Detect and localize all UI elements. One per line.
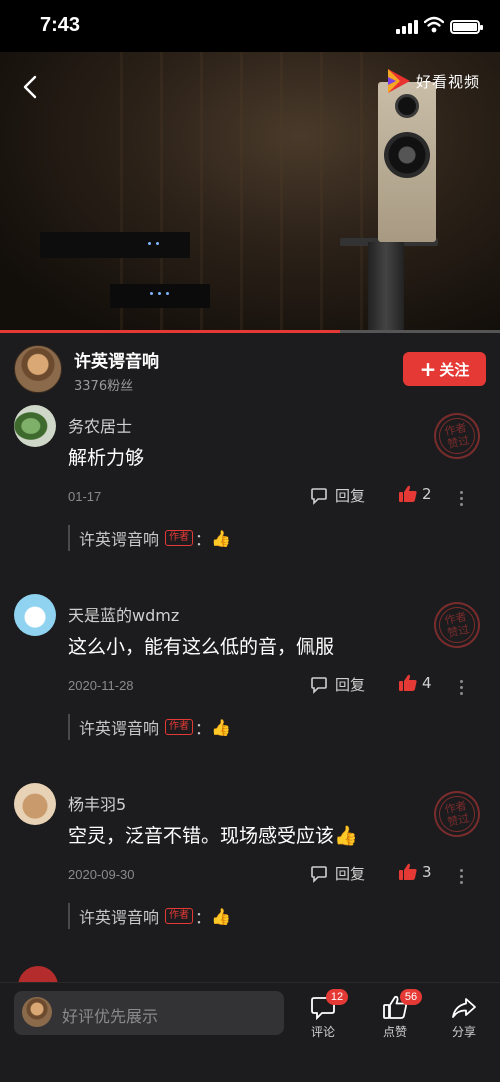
author-bar: 许英谔音响 3376粉丝 + 关注: [0, 333, 500, 405]
share-action-button[interactable]: 分享: [439, 989, 489, 1045]
author-reply-name: 许英谔音响: [79, 719, 160, 738]
commenter-name[interactable]: 天是蓝的wdmz: [68, 602, 179, 626]
user-avatar: [22, 997, 52, 1027]
share-arrow-icon: [452, 998, 476, 1018]
author-reply-separator: ：: [195, 719, 212, 738]
like-action-button[interactable]: 56 点赞: [370, 989, 422, 1045]
author-fans-count: 3376粉丝: [74, 379, 134, 394]
reply-button[interactable]: 回复: [310, 863, 365, 884]
like-count: 3: [422, 863, 432, 881]
plus-icon: +: [419, 357, 437, 381]
reply-bubble-icon: [311, 865, 327, 883]
speaker-stand-image: [368, 242, 404, 332]
follow-button[interactable]: + 关注: [403, 352, 486, 386]
author-reply[interactable]: 许英谔音响 作者 ： 👍: [68, 903, 231, 929]
commenter-name[interactable]: 务农居士: [68, 413, 132, 437]
comment-action-button[interactable]: 12 评论: [298, 989, 348, 1045]
author-reply-name: 许英谔音响: [79, 530, 160, 549]
comment-date: 2020-11-28: [68, 678, 134, 693]
comment-text: 空灵，泛音不错。现场感受应该👍: [68, 825, 358, 847]
comment-action-label: 评论: [310, 1025, 335, 1039]
signal-icon: [396, 20, 418, 34]
author-liked-stamp-icon: 作者 赞过: [429, 597, 485, 653]
like-count-badge: 56: [400, 989, 422, 1005]
bottom-bar: 好评优先展示 12 评论 56 点赞 分享: [0, 982, 500, 1082]
author-tag-badge: 作者: [165, 719, 194, 735]
author-reply-content: 👍: [211, 528, 231, 548]
comment-date: 2020-09-30: [68, 867, 135, 882]
more-options-icon[interactable]: [460, 680, 464, 698]
comment-text: 这么小，能有这么低的音，佩服: [68, 636, 335, 658]
reply-button[interactable]: 回复: [310, 674, 365, 695]
commenter-avatar[interactable]: [14, 594, 56, 636]
comment-text: 解析力够: [68, 447, 145, 469]
wifi-icon: [424, 16, 444, 33]
commenter-name[interactable]: 杨丰羽5: [68, 791, 126, 815]
comment-item: 天是蓝的wdmz 这么小，能有这么低的音，佩服 2020-11-28 回复 4 …: [0, 594, 500, 784]
author-liked-stamp-icon: 作者 赞过: [429, 786, 485, 842]
more-options-icon[interactable]: [460, 869, 464, 887]
author-reply-separator: ：: [195, 908, 212, 927]
haokan-logo: 好看视频: [384, 64, 494, 98]
play-logo-icon: [388, 69, 410, 93]
author-reply-separator: ：: [195, 530, 212, 549]
comment-input[interactable]: 好评优先展示: [14, 991, 284, 1035]
amplifier-image: [40, 232, 190, 258]
author-avatar[interactable]: [14, 345, 62, 393]
author-reply-name: 许英谔音响: [79, 908, 160, 927]
thumbs-up-icon: [399, 674, 417, 691]
like-button[interactable]: 3: [398, 863, 432, 881]
author-reply[interactable]: 许英谔音响 作者 ： 👍: [68, 714, 231, 740]
like-button[interactable]: 4: [398, 674, 432, 692]
like-count: 2: [422, 485, 432, 503]
reply-label: 回复: [335, 487, 366, 505]
author-reply-content: 👍: [211, 717, 231, 737]
video-player[interactable]: 好看视频: [0, 52, 500, 332]
thumbs-up-icon: [399, 863, 417, 880]
speaker-image: [378, 82, 436, 242]
author-reply-content: 👍: [211, 906, 231, 926]
like-count: 4: [422, 674, 432, 692]
status-bar: 7:43: [0, 0, 500, 52]
comment-input-placeholder: 好评优先展示: [62, 1007, 159, 1026]
comment-item: 杨丰羽5 空灵，泛音不错。现场感受应该👍 2020-09-30 回复 3 作者 …: [0, 783, 500, 973]
commenter-avatar[interactable]: [14, 783, 56, 825]
author-liked-stamp-icon: 作者 赞过: [429, 408, 485, 464]
reply-button[interactable]: 回复: [310, 485, 365, 506]
like-button[interactable]: 2: [398, 485, 432, 503]
reply-bubble-icon: [311, 676, 327, 694]
author-reply[interactable]: 许英谔音响 作者 ： 👍: [68, 525, 231, 551]
reply-label: 回复: [335, 865, 366, 883]
battery-icon: [450, 20, 483, 34]
thumbs-up-icon: [399, 485, 417, 502]
like-action-label: 点赞: [382, 1025, 407, 1039]
follow-label: 关注: [439, 360, 470, 379]
reply-bubble-icon: [311, 487, 327, 505]
commenter-avatar[interactable]: [14, 405, 56, 447]
logo-text: 好看视频: [416, 72, 481, 91]
share-action-label: 分享: [451, 1025, 476, 1039]
reply-label: 回复: [335, 676, 366, 694]
author-name[interactable]: 许英谔音响: [74, 347, 159, 372]
status-time: 7:43: [40, 14, 81, 36]
comment-date: 01-17: [68, 489, 102, 504]
author-tag-badge: 作者: [165, 530, 194, 546]
comment-item: 务农居士 解析力够 01-17 回复 2 作者 赞过 许英谔音响 作者 ： 👍: [0, 405, 500, 595]
comment-count-badge: 12: [326, 989, 348, 1005]
author-tag-badge: 作者: [165, 908, 194, 924]
more-options-icon[interactable]: [460, 491, 464, 509]
back-chevron-icon[interactable]: [20, 74, 42, 100]
